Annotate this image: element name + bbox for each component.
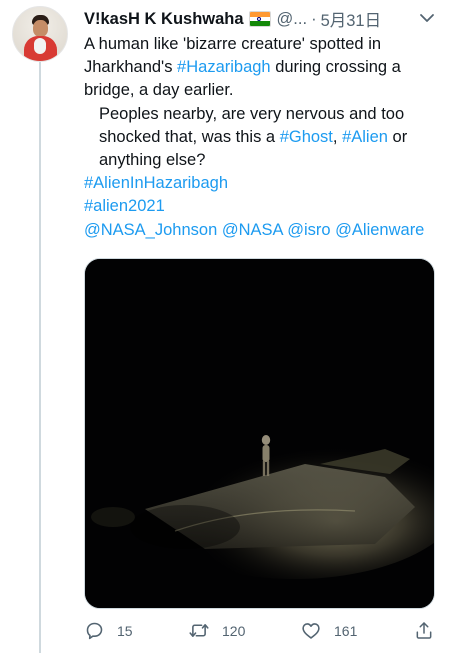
tweet-paragraph-4: #alien2021: [84, 195, 440, 218]
retweet-button[interactable]: 120: [188, 620, 245, 641]
tweet-paragraph-2: Peoples nearby, are very nervous and too…: [84, 103, 440, 173]
retweet-icon: [189, 624, 209, 637]
mention-nasa[interactable]: @NASA: [222, 221, 283, 239]
tweet-text: A human like 'bizarre creature' spotted …: [84, 33, 440, 242]
mention-isro[interactable]: @isro: [287, 221, 330, 239]
retweet-count: 120: [222, 622, 246, 639]
author-name[interactable]: V!kasH K Kushwaha: [84, 10, 244, 29]
reply-icon: [86, 622, 103, 640]
night-road-video-thumbnail: [85, 259, 434, 608]
avatar-face: [33, 20, 48, 37]
reply-count: 15: [117, 622, 133, 639]
tweet-actions: 15 120 161: [84, 618, 440, 646]
like-count: 161: [334, 622, 358, 639]
hashtag-hazaribagh[interactable]: #Hazaribagh: [177, 58, 271, 76]
tweet-media-image[interactable]: [84, 258, 435, 609]
avatar[interactable]: [12, 6, 68, 62]
heart-icon: [302, 623, 320, 639]
tweet-text-segment: ,: [332, 127, 343, 146]
tweet[interactable]: V!kasH K Kushwaha @... · 5月31日 A human l…: [0, 0, 450, 653]
like-button[interactable]: 161: [300, 620, 357, 641]
tweet-paragraph-1: A human like 'bizarre creature' spotted …: [84, 33, 440, 103]
share-icon: [416, 622, 432, 639]
hashtag-alien2021[interactable]: #alien2021: [84, 197, 165, 215]
hashtag-ghost[interactable]: #Ghost: [280, 128, 333, 146]
tweet-paragraph-5: @NASA_Johnson @NASA @isro @Alienware: [84, 219, 440, 242]
tweet-paragraph-3: #AlienInHazaribagh: [84, 172, 440, 195]
india-flag-icon: [248, 11, 271, 27]
tweet-date[interactable]: 5月31日: [321, 7, 382, 31]
mention-alienware[interactable]: @Alienware: [335, 221, 424, 239]
hashtag-alien[interactable]: #Alien: [342, 128, 388, 146]
avatar-shirt-detail: [34, 38, 46, 54]
header-separator: ·: [311, 9, 317, 28]
mention-nasa-johnson[interactable]: @NASA_Johnson: [84, 221, 217, 239]
author-handle[interactable]: @...: [277, 10, 308, 29]
share-button[interactable]: [414, 620, 434, 641]
chevron-down-icon[interactable]: [418, 10, 436, 26]
thread-line: [39, 62, 41, 653]
tweet-header: V!kasH K Kushwaha @... · 5月31日: [84, 7, 382, 31]
hashtag-alien-in-hazaribagh[interactable]: #AlienInHazaribagh: [84, 174, 228, 192]
reply-button[interactable]: 15: [84, 620, 133, 641]
